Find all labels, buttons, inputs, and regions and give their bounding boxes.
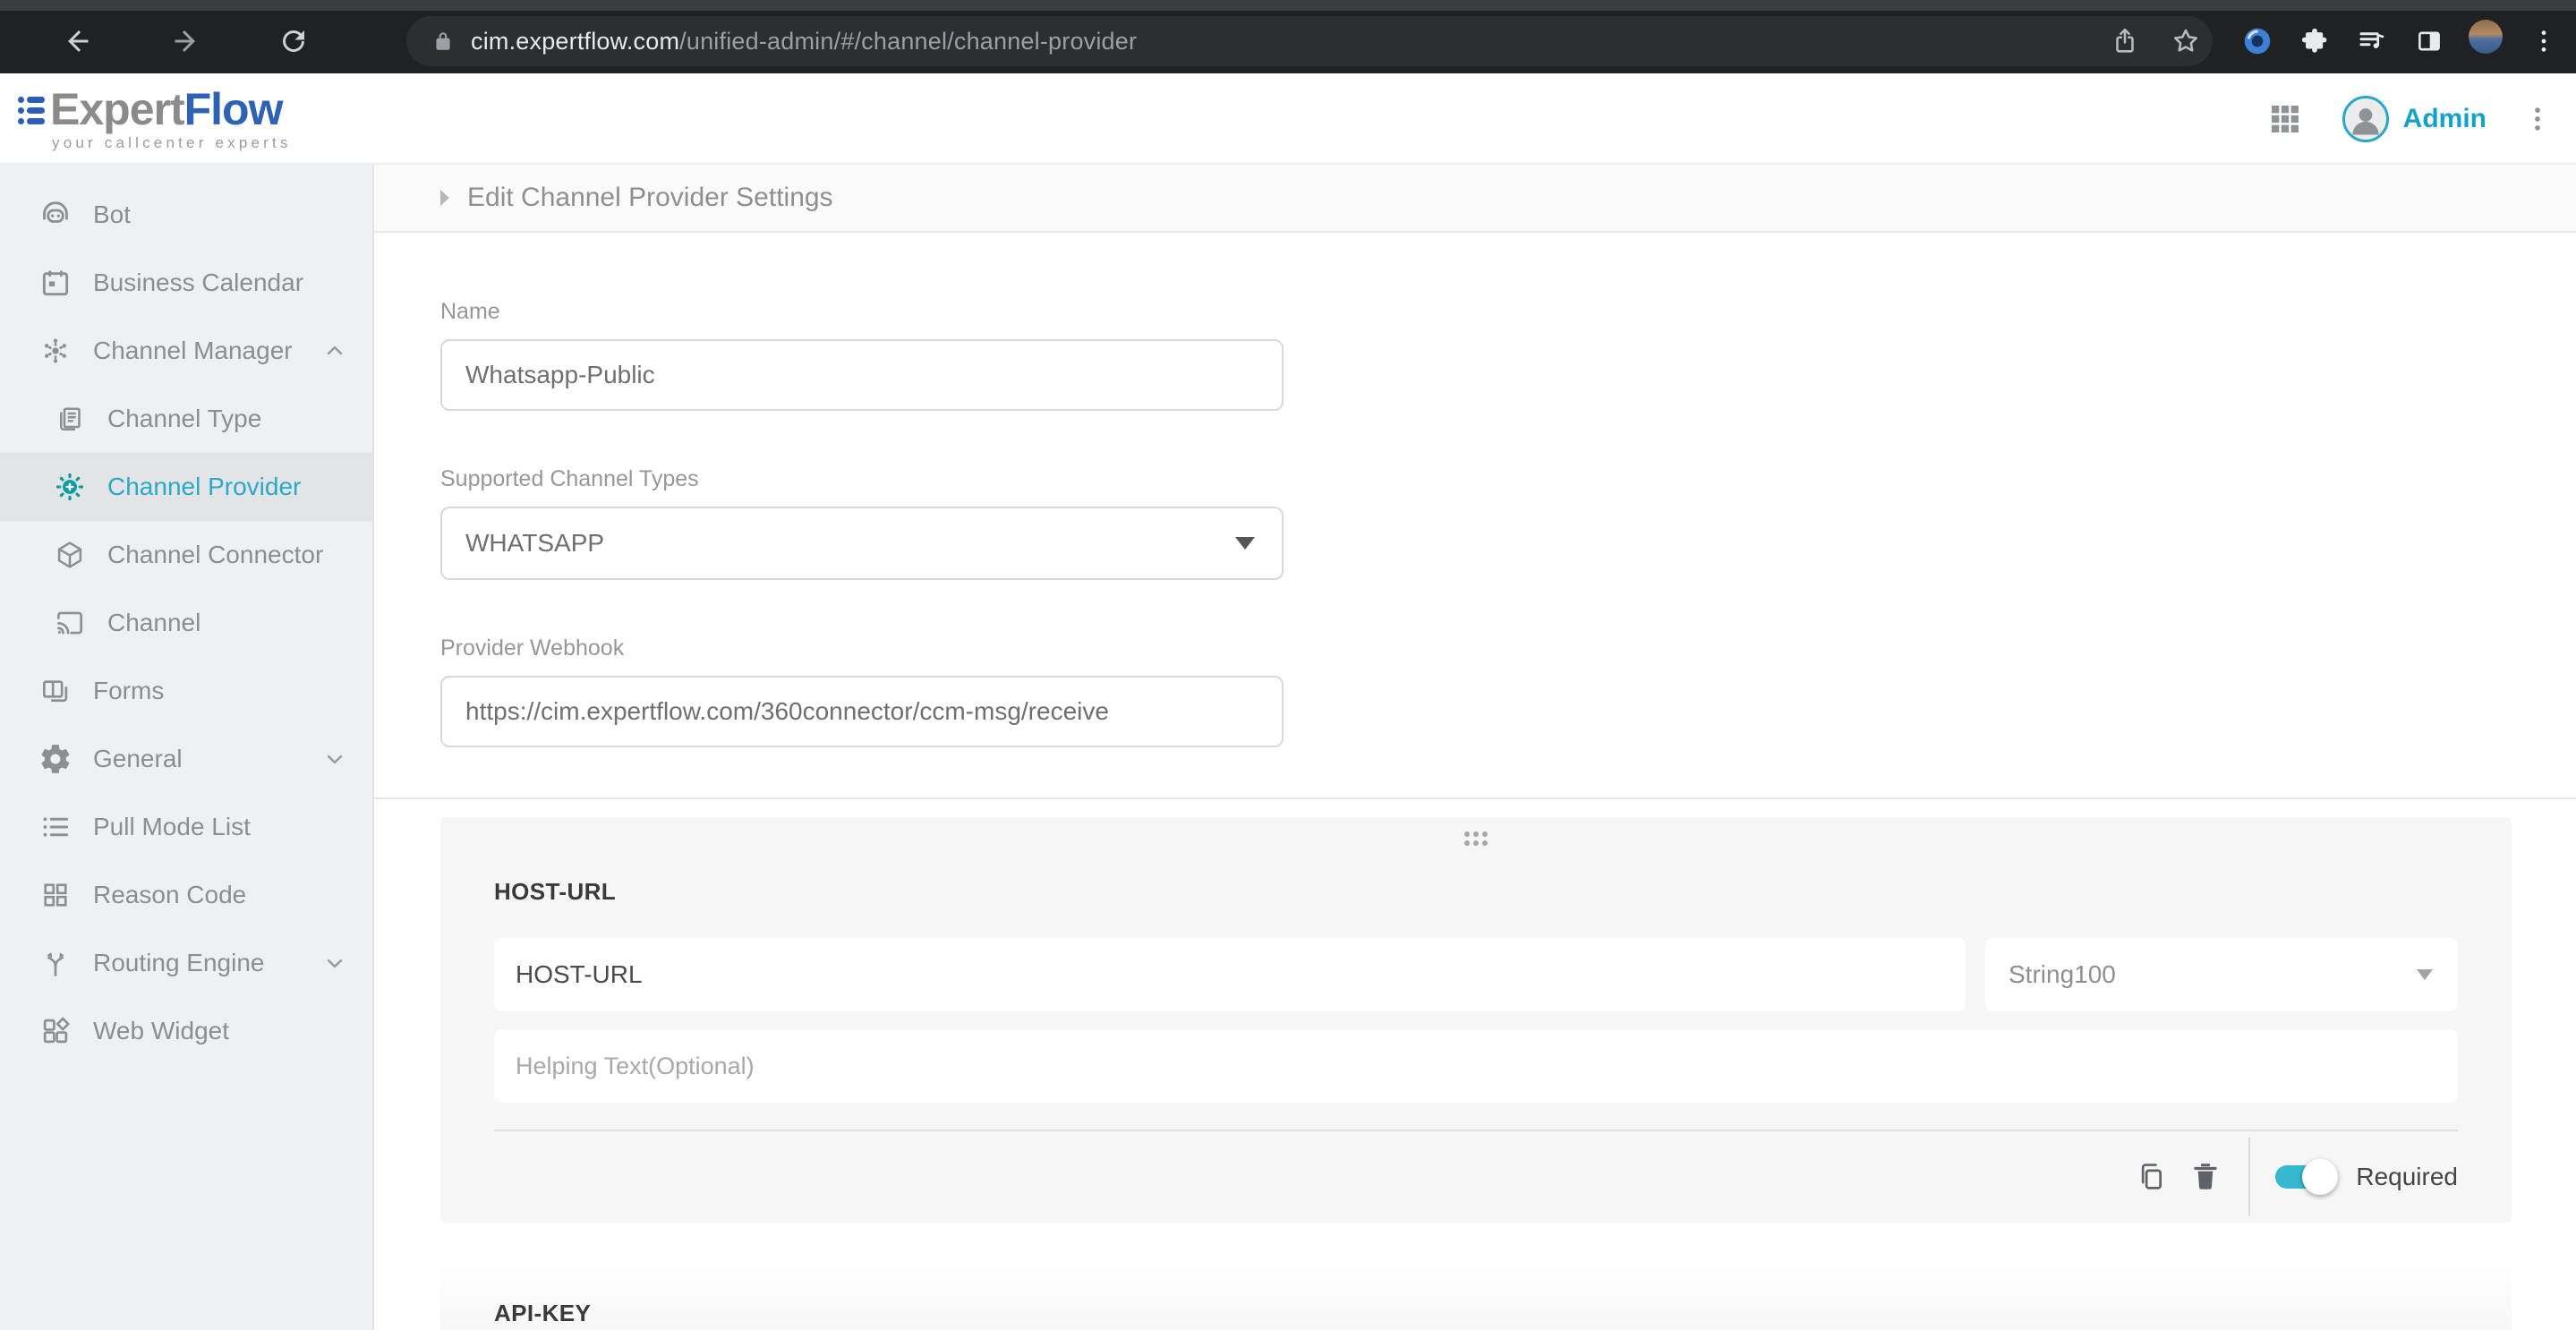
browser-menu-icon[interactable] xyxy=(2526,23,2562,59)
required-toggle[interactable] xyxy=(2275,1165,2334,1189)
attribute-title: API-KEY xyxy=(494,1267,2458,1327)
reason-code-grid-icon xyxy=(38,877,73,913)
page-title: Edit Channel Provider Settings xyxy=(467,183,833,213)
sidebar-item-channel[interactable]: Channel xyxy=(0,589,372,657)
breadcrumb: Edit Channel Provider Settings xyxy=(374,165,2576,233)
sidebar-item-bot[interactable]: Bot xyxy=(0,181,372,249)
extensions-puzzle-icon[interactable] xyxy=(2297,23,2333,59)
page: cim.expertflow.com/unified-admin/#/chann… xyxy=(0,0,2576,1330)
media-queue-icon[interactable] xyxy=(2354,23,2390,59)
channel-type-icon xyxy=(52,401,88,437)
sidebar-item-channel-type[interactable]: Channel Type xyxy=(0,385,372,453)
logo-tagline: your callcenter experts xyxy=(52,134,292,152)
logo-flow: Flow xyxy=(184,84,283,134)
name-input[interactable] xyxy=(440,339,1284,411)
attribute-card-api-key: API-KEY xyxy=(440,1267,2512,1330)
url-bar[interactable]: cim.expertflow.com/unified-admin/#/chann… xyxy=(406,16,2213,66)
sidebar-item-reason-code[interactable]: Reason Code xyxy=(0,861,372,929)
chevron-down-icon[interactable] xyxy=(322,951,347,976)
expertflow-logo-icon xyxy=(18,86,47,129)
logo-expert: Expert xyxy=(50,84,184,134)
reload-icon[interactable] xyxy=(276,23,311,59)
sidebar-item-channel-connector[interactable]: Channel Connector xyxy=(0,521,372,589)
browser-profile-avatar[interactable] xyxy=(2469,20,2503,54)
attribute-key-input[interactable] xyxy=(494,938,1966,1011)
channel-manager-icon xyxy=(38,333,73,369)
browser-chrome: cim.expertflow.com/unified-admin/#/chann… xyxy=(0,0,2576,73)
sidebar-item-channel-provider[interactable]: Channel Provider xyxy=(0,453,372,521)
attribute-type-select[interactable]: String100 xyxy=(1985,938,2458,1011)
sidebar-item-web-widget[interactable]: Web Widget xyxy=(0,997,372,1065)
bot-icon xyxy=(38,197,73,233)
sidebar-item-pull-mode-list[interactable]: Pull Mode List xyxy=(0,793,372,861)
bookmark-star-icon[interactable] xyxy=(2168,23,2204,59)
apps-grid-icon[interactable] xyxy=(2267,101,2303,137)
expertflow-logo: ExpertFlow your callcenter experts xyxy=(18,86,292,152)
admin-user-label[interactable]: Admin xyxy=(2403,104,2486,134)
dropdown-arrow-icon xyxy=(2417,969,2433,980)
browser-topstrip xyxy=(0,0,2576,11)
helping-text-input[interactable] xyxy=(494,1029,2458,1103)
user-avatar[interactable] xyxy=(2342,96,2389,142)
logo-wordmark: ExpertFlow xyxy=(50,86,283,132)
channel-cast-icon xyxy=(52,605,88,641)
attribute-type-value: String100 xyxy=(2009,960,2116,989)
required-label: Required xyxy=(2356,1163,2458,1191)
sidebar: Bot Business Calendar Channel Manager xyxy=(0,165,374,1330)
routing-engine-icon xyxy=(38,945,73,981)
sidebar-item-routing-engine[interactable]: Routing Engine xyxy=(0,929,372,997)
channel-types-label: Supported Channel Types xyxy=(440,466,2576,492)
share-icon[interactable] xyxy=(2107,23,2143,59)
app-header: ExpertFlow your callcenter experts Admin xyxy=(0,73,2576,165)
channel-types-select[interactable]: WHATSAPP xyxy=(440,507,1284,580)
attribute-title: HOST-URL xyxy=(494,817,2458,906)
lock-icon xyxy=(431,30,455,53)
sidebar-item-forms[interactable]: Forms xyxy=(0,657,372,725)
gear-icon xyxy=(38,741,73,777)
back-icon[interactable] xyxy=(61,23,97,59)
sidebar-item-business-calendar[interactable]: Business Calendar xyxy=(0,249,372,317)
sidebar-item-general[interactable]: General xyxy=(0,725,372,793)
list-icon xyxy=(38,809,73,845)
header-menu-icon[interactable] xyxy=(2522,104,2553,134)
chevron-up-icon[interactable] xyxy=(322,338,347,363)
chevron-down-icon[interactable] xyxy=(322,746,347,772)
section-divider xyxy=(374,797,2576,799)
channel-connector-icon xyxy=(52,537,88,573)
copy-icon[interactable] xyxy=(2132,1157,2171,1197)
footer-divider xyxy=(2248,1138,2250,1216)
url-text: cim.expertflow.com/unified-admin/#/chann… xyxy=(471,28,1137,55)
delete-icon[interactable] xyxy=(2186,1157,2225,1197)
breadcrumb-caret-icon[interactable] xyxy=(440,190,449,206)
url-path: /unified-admin/#/channel/channel-provide… xyxy=(679,28,1137,55)
attribute-card-host-url: HOST-URL String100 xyxy=(440,817,2512,1223)
sidebar-item-channel-manager[interactable]: Channel Manager xyxy=(0,317,372,385)
dropdown-arrow-icon xyxy=(1235,537,1255,550)
webhook-input[interactable] xyxy=(440,676,1284,747)
webhook-label: Provider Webhook xyxy=(440,635,2576,661)
channel-types-value: WHATSAPP xyxy=(465,529,604,558)
channel-provider-icon xyxy=(52,469,88,505)
url-host: cim.expertflow.com xyxy=(471,28,679,55)
calendar-icon xyxy=(38,265,73,301)
name-label: Name xyxy=(440,299,2576,325)
extension-badge-icon[interactable] xyxy=(2239,23,2275,59)
forms-icon xyxy=(38,673,73,709)
forward-icon[interactable] xyxy=(166,23,202,59)
web-widget-icon xyxy=(38,1013,73,1049)
main-content: Edit Channel Provider Settings Name Supp… xyxy=(374,165,2576,1330)
side-panel-icon[interactable] xyxy=(2411,23,2447,59)
drag-handle-icon[interactable] xyxy=(1464,831,1488,846)
